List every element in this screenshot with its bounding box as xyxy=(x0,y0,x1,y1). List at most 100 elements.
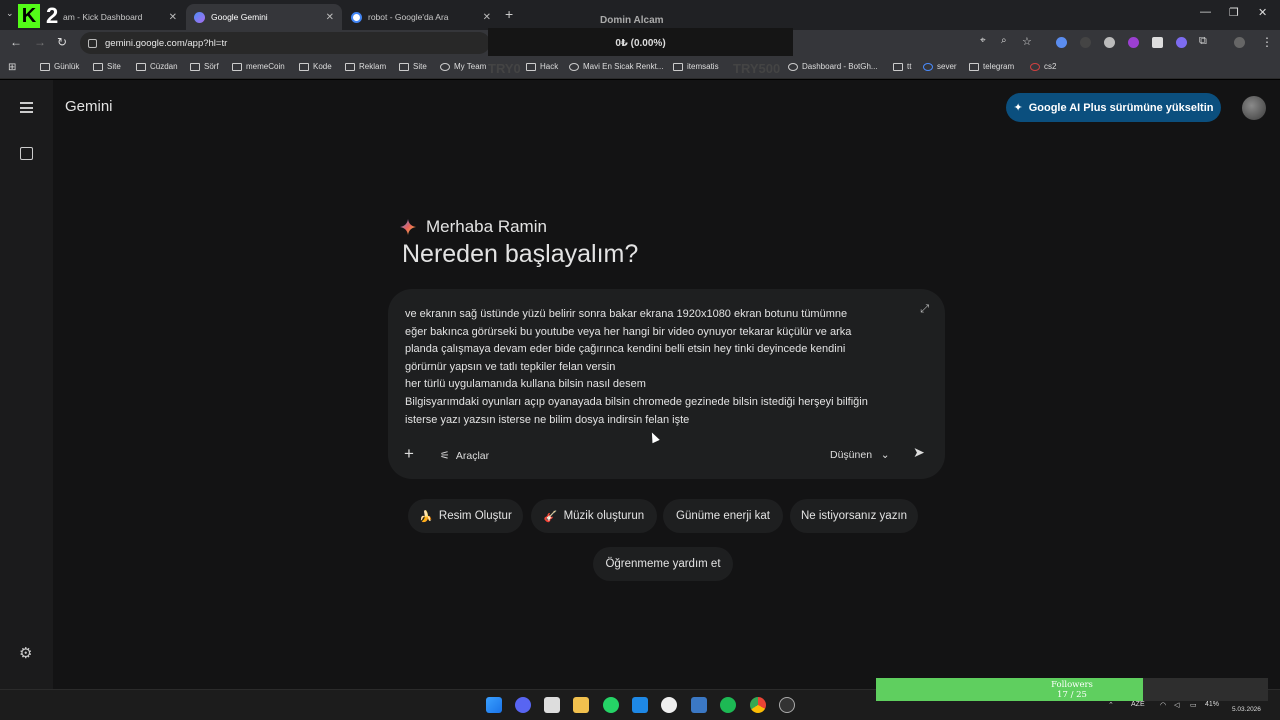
bookmark-label: Cüzdan xyxy=(150,62,178,71)
address-bar[interactable]: gemini.google.com/app?hl=tr xyxy=(80,32,490,54)
banana-icon: 🍌 xyxy=(419,510,433,523)
vscode-icon[interactable] xyxy=(632,697,648,713)
headline: Nereden başlayalım? xyxy=(402,240,639,268)
app-icon[interactable] xyxy=(661,697,677,713)
suggestion-chip-energy[interactable]: Günüme enerji kat xyxy=(663,499,783,533)
bookmark-link[interactable]: cs2 xyxy=(1030,62,1056,71)
windows-start-icon[interactable] xyxy=(486,697,502,713)
folder-icon xyxy=(893,62,903,71)
bookmark-folder[interactable]: itemsatis xyxy=(673,62,719,71)
zoom-icon[interactable]: ⌕ xyxy=(1001,35,1007,46)
extension-icon[interactable] xyxy=(1056,37,1067,48)
menu-hamburger-icon[interactable] xyxy=(20,102,33,116)
extension-icon[interactable] xyxy=(1104,37,1115,48)
profile-avatar[interactable] xyxy=(1234,37,1245,48)
tab-label: am - Kick Dashboard xyxy=(63,12,143,22)
bookmark-folder[interactable]: Site xyxy=(399,62,427,71)
bookmark-link[interactable]: Mavi En Sicak Renkt... xyxy=(569,62,663,71)
bookmarks-bar: ⊞ Günlük Site Cüzdan Sörf memeCoin Kode … xyxy=(0,56,1280,79)
language-indicator[interactable]: AZE xyxy=(1131,701,1145,708)
forward-button[interactable]: → xyxy=(34,35,46,49)
settings-gear-icon[interactable]: ⚙ xyxy=(19,644,32,662)
bookmark-folder[interactable]: Günlük xyxy=(40,62,79,71)
expand-icon[interactable]: ⤢ xyxy=(920,303,929,316)
app-title: Gemini xyxy=(65,98,113,115)
apps-grid-icon[interactable]: ⊞ xyxy=(8,62,16,73)
suggestion-chip-write[interactable]: Ne istiyorsanız yazın xyxy=(790,499,918,533)
minimize-button[interactable]: — xyxy=(1200,6,1211,18)
back-button[interactable]: ← xyxy=(10,35,22,49)
bookmark-folder[interactable]: Site xyxy=(93,62,121,71)
spotify-icon[interactable] xyxy=(720,697,736,713)
location-icon[interactable]: ⌖ xyxy=(980,35,986,46)
bookmark-link[interactable]: Dashboard - BotGh... xyxy=(788,62,878,71)
bookmark-folder[interactable]: Cüzdan xyxy=(136,62,178,71)
account-avatar[interactable] xyxy=(1242,96,1266,120)
extension-icon[interactable] xyxy=(1176,37,1187,48)
bookmark-star-icon[interactable]: ☆ xyxy=(1022,35,1032,48)
tab-kick-dashboard[interactable]: am - Kick Dashboard ✕ xyxy=(55,4,185,30)
close-tab-icon[interactable]: ✕ xyxy=(483,12,491,23)
suggestion-chip-image[interactable]: 🍌 Resim Oluştur xyxy=(408,499,523,533)
extension-icon[interactable] xyxy=(1080,37,1091,48)
bookmark-label: Kode xyxy=(313,62,332,71)
close-tab-icon[interactable]: ✕ xyxy=(326,12,334,23)
reload-button[interactable]: ↻ xyxy=(57,35,67,49)
prompt-textarea[interactable]: ve ekranın sağ üstünde yüzü belirir sonr… xyxy=(405,306,915,429)
file-explorer-icon[interactable] xyxy=(573,697,589,713)
new-tab-button[interactable]: + xyxy=(505,6,513,22)
bookmark-folder[interactable]: Sörf xyxy=(190,62,219,71)
close-window-button[interactable]: ✕ xyxy=(1258,6,1267,19)
browser-menu-icon[interactable]: ⋮ xyxy=(1261,35,1273,49)
whatsapp-icon[interactable] xyxy=(603,697,619,713)
prompt-input-box[interactable]: ve ekranın sağ üstünde yüzü belirir sonr… xyxy=(388,289,945,479)
tools-button[interactable]: ⚟ Araçlar xyxy=(440,449,489,463)
battery-icon[interactable]: ▭ xyxy=(1190,701,1197,709)
add-attachment-button[interactable]: + xyxy=(404,444,414,464)
volume-icon[interactable]: ◁ xyxy=(1174,701,1179,709)
gemini-app: ⚙ Gemini ✦ Google AI Plus sürümüne yükse… xyxy=(0,80,1280,689)
new-chat-icon[interactable] xyxy=(20,147,33,160)
tab-google-search[interactable]: robot - Google'da Ara ✕ xyxy=(343,4,499,30)
bookmark-folder[interactable]: Reklam xyxy=(345,62,386,71)
site-favicon-icon xyxy=(923,62,933,71)
gemini-sparkle-icon xyxy=(400,219,416,235)
store-icon[interactable] xyxy=(544,697,560,713)
extensions-puzzle-icon[interactable]: ⧉ xyxy=(1199,35,1207,48)
tools-sliders-icon: ⚟ xyxy=(440,450,450,462)
bookmark-folder[interactable]: Kode xyxy=(299,62,332,71)
app-icon[interactable] xyxy=(779,697,795,713)
folder-icon xyxy=(40,62,50,71)
upgrade-button[interactable]: ✦ Google AI Plus sürümüne yükseltin xyxy=(1006,93,1221,122)
bookmark-label: Günlük xyxy=(54,62,80,71)
bookmark-link[interactable]: My Team xyxy=(440,62,486,71)
tab-google-gemini[interactable]: Google Gemini ✕ xyxy=(186,4,342,30)
folder-icon xyxy=(969,62,979,71)
wifi-icon[interactable]: ◠ xyxy=(1160,701,1166,709)
bookmark-link[interactable]: sever xyxy=(923,62,957,71)
tab-search-icon[interactable]: ⌄ xyxy=(6,8,14,19)
bookmark-folder[interactable]: tt xyxy=(893,62,911,71)
chrome-icon[interactable] xyxy=(750,697,766,713)
site-info-icon[interactable] xyxy=(88,38,97,48)
suggestion-chip-learn[interactable]: Öğrenmeme yardım et xyxy=(593,547,733,581)
send-button[interactable]: ➤ xyxy=(913,444,925,461)
maximize-button[interactable]: ❐ xyxy=(1229,6,1239,19)
chip-label: Müzik oluşturun xyxy=(563,510,645,522)
close-tab-icon[interactable]: ✕ xyxy=(169,12,177,23)
extension-icon[interactable] xyxy=(1128,37,1139,48)
bookmark-folder[interactable]: Hack xyxy=(526,62,558,71)
bookmark-label: telegram xyxy=(983,62,1015,71)
overlay-title: Domin Alcam xyxy=(600,15,664,26)
discord-icon[interactable] xyxy=(515,697,531,713)
bookmark-folder[interactable]: memeCoin xyxy=(232,62,285,71)
extension-icon[interactable] xyxy=(1152,37,1163,48)
battery-percent: 41% xyxy=(1205,701,1220,708)
site-favicon-icon xyxy=(440,62,450,71)
app-icon[interactable] xyxy=(691,697,707,713)
suggestion-chip-music[interactable]: 🎸 Müzik oluşturun xyxy=(531,499,657,533)
model-mode-dropdown[interactable]: Düşünen ⌄ xyxy=(830,449,890,461)
tray-chevron-icon[interactable]: ⌃ xyxy=(1108,701,1114,709)
side-navigation: ⚙ xyxy=(0,80,53,689)
bookmark-folder[interactable]: telegram xyxy=(969,62,1014,71)
